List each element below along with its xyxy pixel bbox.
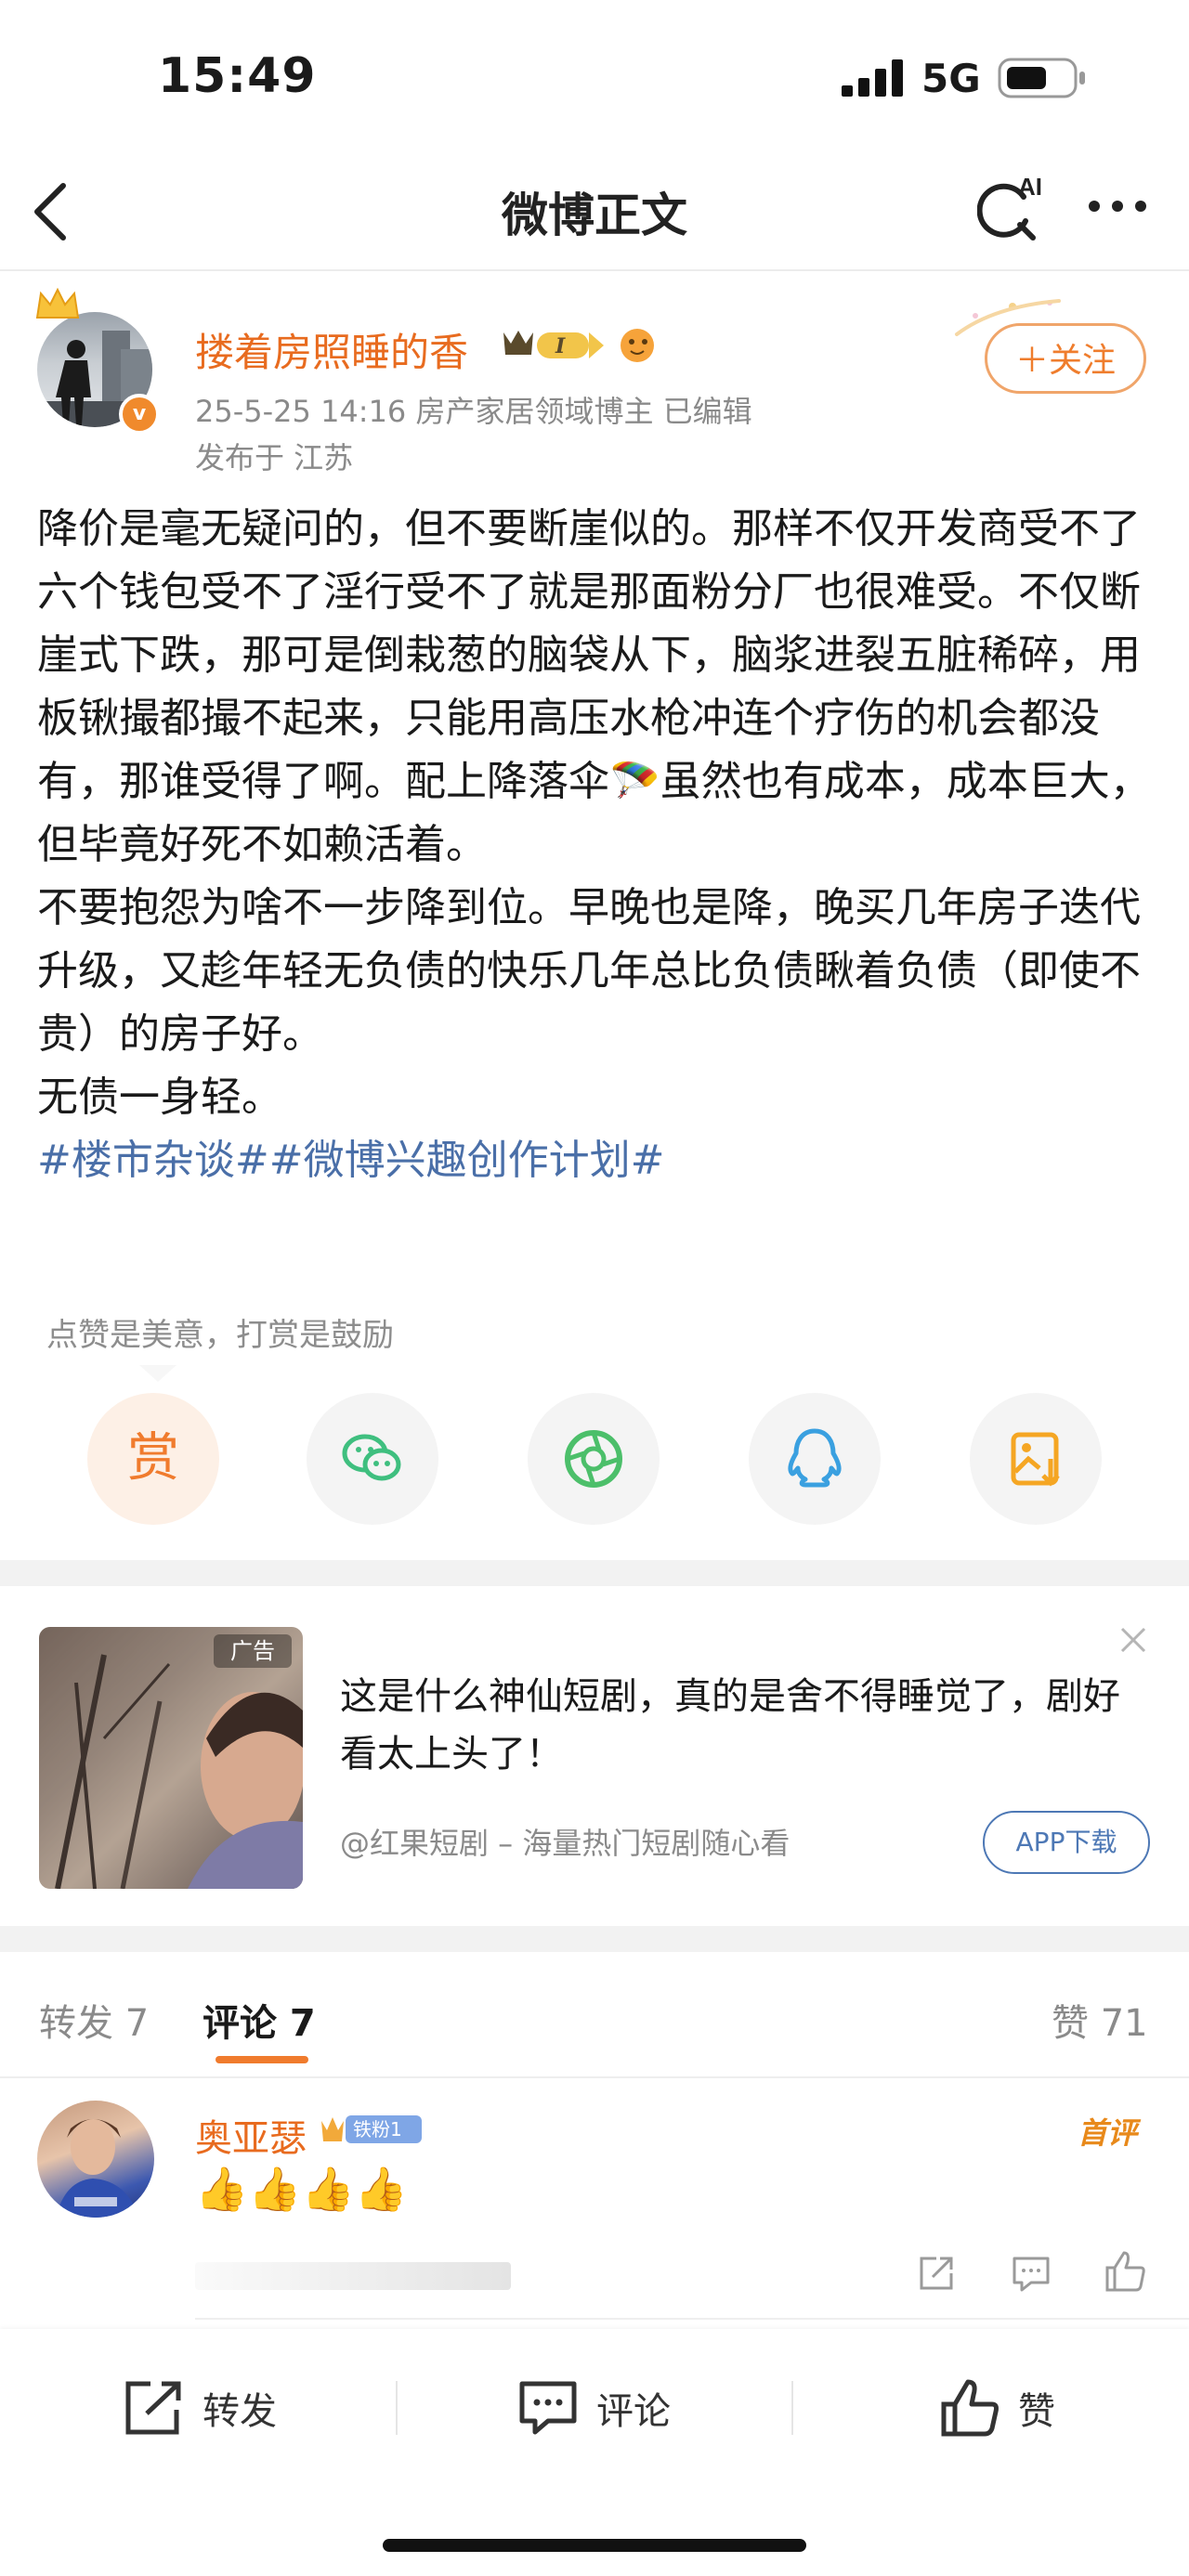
share-qq-button[interactable] bbox=[749, 1393, 881, 1525]
repost-button[interactable]: 转发 bbox=[123, 2375, 277, 2440]
like-button[interactable]: 赞 bbox=[938, 2375, 1055, 2440]
post-topics[interactable]: #楼市杂谈##微博兴趣创作计划# bbox=[37, 1129, 1152, 1192]
comment-divider bbox=[195, 2318, 1189, 2320]
section-separator bbox=[0, 1926, 1189, 1952]
post-paragraph: 不要抱怨为啥不一步降到位。早晚也是降，晚买几年房子迭代升级，又趁年轻无负债的快乐… bbox=[37, 884, 1141, 1058]
active-tab-indicator bbox=[216, 2056, 308, 2063]
like-label: 赞 bbox=[1018, 2390, 1055, 2433]
ad-headline[interactable]: 这是什么神仙短剧，真的是舍不得睡觉了，剧好看太上头了！ bbox=[340, 1668, 1120, 1783]
reward-hint: 点赞是美意，打赏是鼓励 bbox=[46, 1317, 394, 1354]
comment-body: 👍👍👍👍 bbox=[195, 2164, 409, 2214]
vip-badge-icon: I bbox=[503, 329, 654, 362]
wechat-icon bbox=[342, 1434, 401, 1481]
thumbs-up-icon bbox=[941, 2379, 999, 2437]
commenter-photo bbox=[56, 2119, 139, 2218]
network-label: 5G bbox=[921, 56, 981, 101]
tab-comment[interactable]: 评论 7 bbox=[203, 1993, 316, 2047]
commenter-name[interactable]: 奥亚瑟 bbox=[195, 2108, 307, 2162]
comment-icon bbox=[519, 2381, 577, 2435]
app-download-button[interactable]: APP下载 bbox=[983, 1811, 1150, 1874]
close-icon[interactable] bbox=[1115, 1621, 1152, 1659]
moments-icon bbox=[565, 1430, 622, 1488]
qq-icon bbox=[788, 1428, 842, 1488]
save-image-button[interactable] bbox=[970, 1393, 1102, 1525]
tab-repost[interactable]: 转发 7 bbox=[39, 1993, 149, 2047]
fan-badge: 铁粉1 bbox=[320, 2110, 424, 2151]
post-paragraph: 降价是毫无疑问的，但不要断崖似的。那样不仅开发商受不了六个钱包受不了淫行受不了就… bbox=[37, 505, 1151, 868]
ai-label: AI bbox=[1018, 173, 1042, 201]
section-separator bbox=[0, 1560, 1189, 1586]
vip-level: I bbox=[555, 334, 566, 358]
more-options-icon[interactable] bbox=[1085, 197, 1150, 215]
tab-like[interactable]: 赞 71 bbox=[1052, 1993, 1148, 2047]
share-icon[interactable] bbox=[916, 2253, 957, 2294]
comment-button[interactable]: 评论 bbox=[516, 2375, 671, 2440]
share-wechat-button[interactable] bbox=[307, 1393, 438, 1525]
first-comment-label: 首评 bbox=[1078, 2115, 1138, 2151]
bar-separator bbox=[791, 2381, 793, 2435]
ad-tag: 广告 bbox=[214, 1634, 292, 1668]
commenter-avatar[interactable] bbox=[37, 2101, 154, 2218]
tab-divider bbox=[0, 2076, 1189, 2078]
share-moments-button[interactable] bbox=[528, 1393, 660, 1525]
verified-badge: v bbox=[119, 394, 160, 435]
nav-divider bbox=[0, 269, 1189, 271]
comment-label: 评论 bbox=[596, 2390, 671, 2433]
repost-icon bbox=[125, 2381, 181, 2435]
fan-badge-icon: 铁粉1 bbox=[321, 2115, 422, 2143]
bar-separator bbox=[396, 2381, 398, 2435]
home-indicator bbox=[383, 2539, 806, 2552]
reward-label: 赏 bbox=[127, 1428, 179, 1489]
ad-source: @红果短剧 – 海量热门短剧随心看 bbox=[340, 1826, 790, 1861]
post-content: 降价是毫无疑问的，但不要断崖似的。那样不仅开发商受不了六个钱包受不了淫行受不了就… bbox=[37, 498, 1152, 1192]
post-paragraph: 无债一身轻。 bbox=[37, 1073, 282, 1121]
ai-search-icon: AI bbox=[976, 173, 1042, 241]
comment-icon[interactable] bbox=[1011, 2253, 1052, 2294]
repost-label: 转发 bbox=[203, 2390, 277, 2433]
reward-button[interactable]: 赏 bbox=[87, 1393, 219, 1525]
status-time: 15:49 bbox=[158, 48, 317, 104]
post-location: 发布于 江苏 bbox=[195, 440, 354, 475]
ai-search-button[interactable]: AI bbox=[976, 169, 1046, 243]
post-meta: 25-5-25 14:16 房产家居领域博主 已编辑 bbox=[195, 394, 752, 429]
follow-button[interactable]: ＋关注 bbox=[985, 323, 1146, 394]
tooltip-arrow bbox=[139, 1365, 176, 1382]
author-name[interactable]: 搂着房照睡的香 bbox=[195, 321, 468, 378]
like-icon[interactable] bbox=[1104, 2249, 1148, 2294]
crown-icon bbox=[35, 287, 80, 319]
save-image-icon bbox=[1011, 1432, 1060, 1487]
battery-icon bbox=[998, 58, 1085, 98]
signal-icon bbox=[842, 59, 903, 97]
comment-meta-blurred bbox=[195, 2262, 511, 2290]
fan-badge-label: 铁粉1 bbox=[353, 2118, 402, 2140]
